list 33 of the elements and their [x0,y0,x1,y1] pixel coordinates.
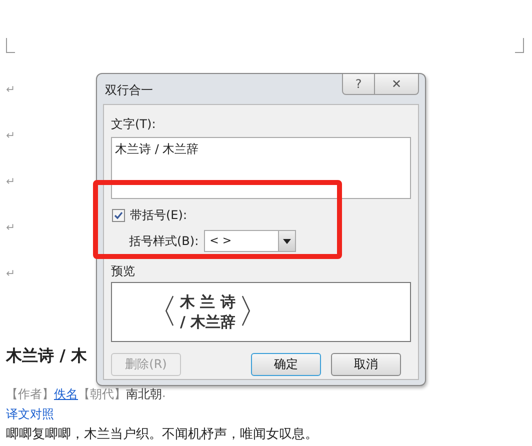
author-text: . [162,386,166,402]
dropdown-arrow-icon [282,238,291,244]
bracket-glyph: 〉 [238,295,272,329]
author-text: 【作者】 [6,386,54,403]
paragraph-mark: ↵ [6,83,16,97]
author-text: 南北朝 [126,386,162,403]
bracket-checkbox[interactable] [112,209,125,222]
margin-corner-mark [6,38,15,53]
bracket-style-dropdown[interactable]: < > [204,230,296,252]
cancel-button[interactable]: 取消 [331,353,401,376]
margin-corner-mark [515,38,524,53]
author-text: 【朝代】 [78,386,126,403]
close-button[interactable]: ✕ [375,74,419,95]
paragraph-mark: ↵ [6,267,16,281]
author-link[interactable]: 佚名 [54,386,78,403]
text-label: 文字(T): [111,117,156,131]
paragraph-mark: ↵ [6,175,16,189]
text-field[interactable]: 木兰诗 / 木兰辞 [111,137,411,199]
translation-link[interactable]: 译文对照 [6,407,54,421]
checkbox-label: 带括号(E): [130,207,187,224]
poem-line: 唧唧复唧唧，木兰当户织。不闻机杼声，唯闻女叹息。 [6,427,318,442]
document-heading: 木兰诗 / 木 [6,346,87,367]
paragraph-mark: ↵ [6,221,16,235]
bracket-style-label: 括号样式(B): [129,232,199,250]
preview-text: 木 兰 诗 [180,292,236,312]
dialog-title: 双行合一 [105,82,153,99]
preview-text: / 木兰辞 [180,312,236,332]
preview-label: 预览 [111,264,135,278]
paragraph-mark: ↵ [6,129,16,143]
ok-button[interactable]: 确定 [251,353,321,376]
bracket-glyph: 〈 [144,295,178,329]
help-button[interactable]: ? [342,74,375,95]
check-icon [114,211,123,220]
